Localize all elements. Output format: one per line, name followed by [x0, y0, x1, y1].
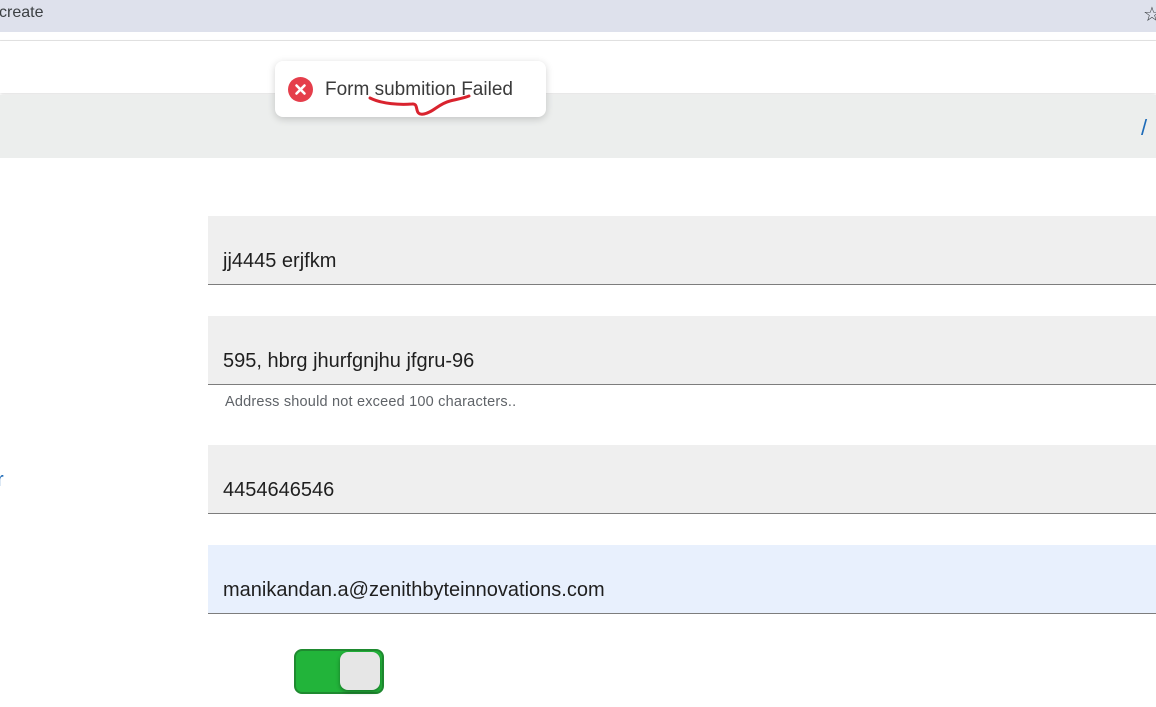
toggle-knob[interactable]	[340, 652, 380, 690]
phone-field[interactable]: 4454646546	[208, 445, 1156, 514]
email-field-value[interactable]: manikandan.a@zenithbyteinnovations.com	[223, 579, 605, 602]
status-toggle[interactable]	[294, 649, 384, 694]
name-field[interactable]: jj4445 erjfkm	[208, 216, 1156, 285]
red-underline-annotation	[368, 94, 471, 116]
email-field[interactable]: manikandan.a@zenithbyteinnovations.com	[208, 545, 1156, 614]
bookmarks-bar	[0, 32, 1156, 41]
app-header	[0, 41, 1156, 93]
browser-address-bar[interactable]: create ☆	[0, 0, 1156, 32]
address-helper-text: Address should not exceed 100 characters…	[225, 394, 517, 410]
breadcrumb-separator: /	[1141, 115, 1148, 140]
sidebar-item-label[interactable]: r	[0, 469, 4, 492]
name-field-value[interactable]: jj4445 erjfkm	[223, 250, 336, 273]
phone-field-value[interactable]: 4454646546	[223, 479, 334, 502]
star-icon[interactable]: ☆	[1143, 2, 1156, 27]
url-text[interactable]: create	[0, 4, 43, 22]
address-field-value[interactable]: 595, hbrg jhurfgnjhu jfgru-96	[223, 350, 474, 373]
address-field[interactable]: 595, hbrg jhurfgnjhu jfgru-96	[208, 316, 1156, 385]
breadcrumb: /	[0, 95, 1156, 158]
error-x-icon	[288, 77, 313, 102]
